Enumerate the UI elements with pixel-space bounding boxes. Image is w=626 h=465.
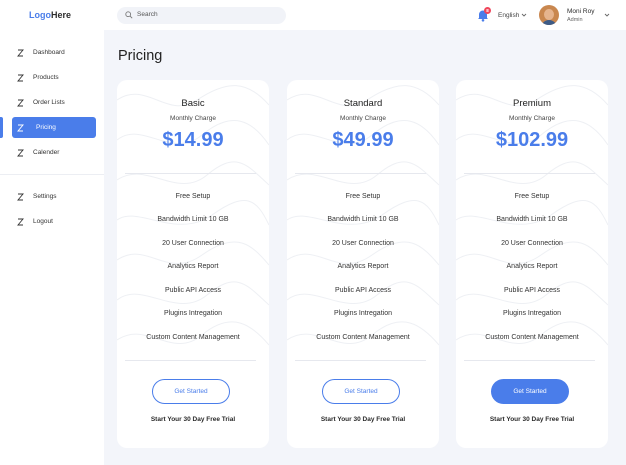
plan-feature: Free Setup bbox=[514, 193, 550, 200]
sidebar-divider bbox=[0, 174, 104, 175]
sidebar-item-calender[interactable]: Calender bbox=[12, 142, 96, 163]
plan-feature: Free Setup bbox=[345, 193, 381, 200]
sidebar-item-label: Pricing bbox=[36, 124, 56, 131]
plan-charge-label: Monthly Charge bbox=[170, 115, 216, 122]
pricing-card-premium: Premium Monthly Charge $102.99 Free Setu… bbox=[456, 80, 608, 448]
plan-name: Standard bbox=[343, 98, 383, 109]
plan-feature: 20 User Connection bbox=[501, 240, 563, 247]
trial-text[interactable]: Start Your 30 Day Free Trial bbox=[117, 416, 269, 423]
sidebar-item-label: Order Lists bbox=[33, 99, 65, 106]
plan-feature: Bandwidth Limit 10 GB bbox=[496, 216, 568, 223]
sidebar-item-label: Logout bbox=[33, 218, 53, 225]
avatar-body bbox=[541, 20, 557, 25]
settings-icon bbox=[17, 193, 24, 201]
plan-feature: Analytics Report bbox=[167, 263, 219, 270]
notification-badge: 8 bbox=[484, 7, 491, 14]
sidebar-item-order-lists[interactable]: Order Lists bbox=[12, 92, 96, 113]
search-icon bbox=[125, 11, 133, 19]
language-selector[interactable]: English bbox=[498, 12, 519, 19]
trial-text[interactable]: Start Your 30 Day Free Trial bbox=[287, 416, 439, 423]
plan-feature: Plugins Intregation bbox=[164, 310, 222, 317]
plan-feature: 20 User Connection bbox=[332, 240, 394, 247]
plan-feature: Public API Access bbox=[164, 287, 222, 294]
plan-feature: Public API Access bbox=[503, 287, 561, 294]
sidebar-item-label: Products bbox=[33, 74, 59, 81]
sidebar-item-logout[interactable]: Logout bbox=[12, 211, 96, 232]
pricing-card-standard: Standard Monthly Charge $49.99 Free Setu… bbox=[287, 80, 439, 448]
plan-feature: Bandwidth Limit 10 GB bbox=[157, 216, 229, 223]
plan-name: Basic bbox=[181, 98, 205, 109]
plan-price: $102.99 bbox=[495, 129, 569, 151]
divider bbox=[125, 173, 256, 174]
plan-charge-label: Monthly Charge bbox=[340, 115, 386, 122]
sidebar-item-dashboard[interactable]: Dashboard bbox=[12, 42, 96, 63]
get-started-button[interactable]: Get Started bbox=[322, 379, 400, 404]
sidebar-item-settings[interactable]: Settings bbox=[12, 186, 96, 207]
sidebar-item-label: Calender bbox=[33, 149, 60, 156]
divider bbox=[464, 360, 595, 361]
avatar-face bbox=[544, 9, 554, 20]
divider bbox=[295, 173, 426, 174]
plan-feature: Analytics Report bbox=[337, 263, 389, 270]
plan-feature: Public API Access bbox=[334, 287, 392, 294]
main-content: Pricing Basic Monthly Charge $14.99 Free… bbox=[104, 30, 626, 465]
page-title: Pricing bbox=[118, 48, 163, 64]
products-icon bbox=[17, 74, 24, 82]
sidebar: Dashboard Products Order Lists Pricing C… bbox=[0, 30, 104, 465]
sidebar-item-products[interactable]: Products bbox=[12, 67, 96, 88]
plan-feature: Custom Content Management bbox=[146, 334, 240, 341]
plan-feature: Plugins Intregation bbox=[334, 310, 392, 317]
user-name: Moni Roy bbox=[567, 8, 595, 15]
get-started-button[interactable]: Get Started bbox=[491, 379, 569, 404]
user-menu-chevron-icon[interactable] bbox=[604, 12, 610, 18]
sidebar-item-pricing[interactable]: Pricing bbox=[12, 117, 96, 138]
order-lists-icon bbox=[17, 99, 24, 107]
divider bbox=[125, 360, 256, 361]
calendar-icon bbox=[17, 149, 24, 157]
avatar[interactable] bbox=[539, 5, 559, 25]
get-started-button[interactable]: Get Started bbox=[152, 379, 230, 404]
plan-price: $49.99 bbox=[332, 129, 394, 151]
plan-feature: Bandwidth Limit 10 GB bbox=[327, 216, 399, 223]
plan-feature: Custom Content Management bbox=[485, 334, 579, 341]
pricing-icon bbox=[17, 124, 24, 132]
plan-feature: Custom Content Management bbox=[316, 334, 410, 341]
logout-icon bbox=[17, 218, 24, 226]
active-indicator bbox=[0, 117, 3, 138]
search-placeholder: Search bbox=[137, 11, 158, 18]
plan-feature: 20 User Connection bbox=[162, 240, 224, 247]
plan-feature: Plugins Intregation bbox=[503, 310, 561, 317]
plan-charge-label: Monthly Charge bbox=[509, 115, 555, 122]
logo[interactable]: LogoHere bbox=[29, 10, 71, 20]
sidebar-item-label: Dashboard bbox=[33, 49, 65, 56]
plan-name: Premium bbox=[512, 98, 551, 109]
trial-text[interactable]: Start Your 30 Day Free Trial bbox=[456, 416, 608, 423]
search-bar[interactable]: Search bbox=[117, 7, 286, 24]
plan-feature: Free Setup bbox=[175, 193, 211, 200]
logo-part-1: Logo bbox=[29, 10, 51, 20]
sidebar-item-label: Settings bbox=[33, 193, 57, 200]
divider bbox=[295, 360, 426, 361]
logo-part-2: Here bbox=[51, 10, 72, 20]
divider bbox=[464, 173, 595, 174]
pricing-card-basic: Basic Monthly Charge $14.99 Free Setup B… bbox=[117, 80, 269, 448]
plan-price: $14.99 bbox=[162, 129, 224, 151]
top-bar: LogoHere Search 8 English Moni Roy Admin bbox=[0, 0, 626, 30]
user-role: Admin bbox=[567, 17, 583, 23]
dashboard-icon bbox=[17, 49, 24, 57]
chevron-down-icon[interactable] bbox=[521, 12, 527, 18]
plan-feature: Analytics Report bbox=[506, 263, 558, 270]
